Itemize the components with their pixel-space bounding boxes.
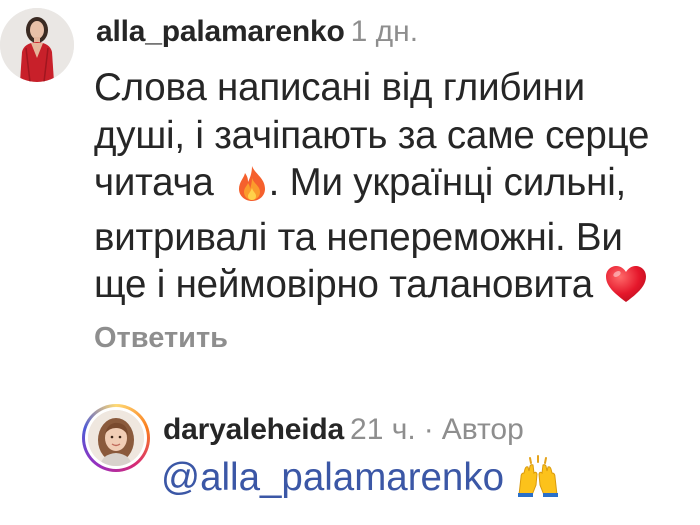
raising-hands-emoji: [515, 455, 561, 509]
avatar-photo: [88, 410, 144, 466]
reply-time: 21 ч.: [350, 413, 416, 446]
fire-emoji: [235, 164, 269, 214]
reply-text: @alla_palamarenko: [161, 454, 561, 509]
red-heart-emoji: [604, 264, 648, 316]
comment-time: 1 дн.: [350, 15, 419, 48]
avatar-daryaleheida[interactable]: [82, 404, 150, 472]
reply-header: daryaleheida 21 ч. · Автор: [163, 410, 524, 450]
comment-line-5: ще і неймовірно талановита: [94, 261, 694, 316]
comment-line-5-text: ще і неймовірно талановита: [94, 263, 593, 306]
comment-text: Слова написані від глибини душі, і зачіп…: [94, 64, 694, 316]
comment-line-2: душі, і зачіпають за саме серце: [94, 113, 650, 157]
meta-separator: ·: [423, 413, 434, 446]
comment-header: alla_palamarenko 1 дн.: [96, 12, 418, 52]
author-badge: Автор: [441, 413, 524, 446]
comment-line-1: Слова написані від глибини: [94, 66, 585, 109]
reply-username[interactable]: daryaleheida: [163, 413, 344, 446]
comment-line-4: витривалі та непереможні. Ви: [94, 215, 623, 259]
comment-line-3a: читача: [94, 161, 214, 204]
comment-line-3b: . Ми українці сильні,: [268, 161, 627, 204]
comment-line-3: читача . Ми українці сильні,: [94, 159, 694, 214]
mention-link[interactable]: @alla_palamarenko: [161, 456, 504, 499]
reply-button[interactable]: Ответить: [94, 320, 228, 356]
comment-username[interactable]: alla_palamarenko: [96, 15, 345, 48]
avatar-alla-palamarenko[interactable]: [0, 8, 74, 82]
